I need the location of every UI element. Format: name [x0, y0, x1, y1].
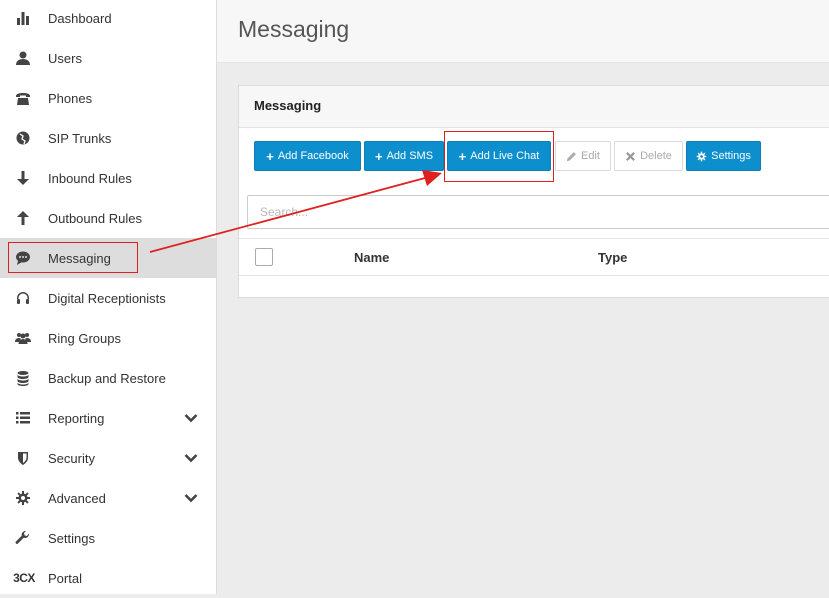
search-input[interactable] [247, 195, 829, 229]
column-header-name[interactable]: Name [354, 250, 389, 265]
arrow-up-icon [14, 209, 32, 227]
delete-button[interactable]: Delete [614, 141, 683, 171]
sidebar-item-dashboard[interactable]: Dashboard [0, 0, 216, 38]
sidebar-item-phones[interactable]: Phones [0, 78, 216, 118]
sidebar-item-label: SIP Trunks [48, 130, 112, 146]
column-header-type[interactable]: Type [598, 250, 627, 265]
sidebar-item-portal[interactable]: 3CX Portal [0, 558, 216, 598]
messaging-panel: Messaging + Add Facebook + Add SMS + Add… [238, 85, 829, 298]
list-icon [14, 409, 32, 427]
sidebar-item-label: Settings [48, 530, 95, 546]
sidebar-item-advanced[interactable]: Advanced [0, 478, 216, 518]
edit-label: Edit [581, 150, 600, 162]
delete-label: Delete [640, 150, 672, 162]
phone-icon [14, 89, 32, 107]
sidebar-item-label: Dashboard [48, 10, 112, 26]
sidebar-item-sip-trunks[interactable]: SIP Trunks [0, 118, 216, 158]
sidebar-item-settings[interactable]: Settings [0, 518, 216, 558]
page-title: Messaging [238, 16, 350, 42]
settings-label: Settings [711, 150, 751, 162]
arrow-down-icon [14, 169, 32, 187]
select-all-checkbox[interactable] [255, 248, 273, 266]
sidebar-item-label: Backup and Restore [48, 370, 166, 386]
sidebar-item-label: Portal [48, 570, 82, 586]
sidebar-item-label: Ring Groups [48, 330, 121, 346]
plus-icon: + [374, 148, 383, 164]
sidebar-item-label: Inbound Rules [48, 170, 132, 186]
chevron-down-icon[interactable] [184, 491, 198, 505]
group-icon [14, 329, 32, 347]
sidebar-item-users[interactable]: Users [0, 38, 216, 78]
sidebar-item-ring-groups[interactable]: Ring Groups [0, 318, 216, 358]
plus-icon: + [266, 148, 274, 164]
add-sms-label: Add SMS [386, 150, 434, 162]
sidebar-item-label: Users [48, 50, 82, 66]
shield-icon [14, 449, 32, 467]
chevron-down-icon[interactable] [184, 411, 198, 425]
sidebar-item-label: Security [48, 450, 95, 466]
globe-icon [14, 129, 32, 147]
close-icon [626, 151, 636, 161]
panel-header: Messaging [239, 86, 829, 128]
messaging-highlight-box [8, 242, 138, 273]
3cx-logo: 3CX [13, 571, 35, 585]
add-sms-button[interactable]: + Add SMS [364, 141, 444, 171]
add-facebook-button[interactable]: + Add Facebook [254, 141, 361, 171]
sidebar: Dashboard Users Phones SIP Trunks Inboun… [0, 0, 217, 594]
sidebar-item-digital-receptionists[interactable]: Digital Receptionists [0, 278, 216, 318]
sidebar-item-label: Outbound Rules [48, 210, 142, 226]
chevron-down-icon[interactable] [184, 451, 198, 465]
sidebar-item-outbound-rules[interactable]: Outbound Rules [0, 198, 216, 238]
sidebar-item-label: Phones [48, 90, 93, 106]
sidebar-item-security[interactable]: Security [0, 438, 216, 478]
sidebar-item-label: Reporting [48, 410, 105, 426]
sidebar-item-reporting[interactable]: Reporting [0, 398, 216, 438]
wrench-icon [14, 529, 32, 547]
edit-button[interactable]: Edit [555, 141, 611, 171]
table-header: Name Type [239, 238, 829, 276]
pencil-icon [566, 151, 576, 161]
sidebar-item-backup-and-restore[interactable]: Backup and Restore [0, 358, 216, 398]
sidebar-item-inbound-rules[interactable]: Inbound Rules [0, 158, 216, 198]
bar-chart-icon [14, 9, 32, 27]
user-icon [14, 49, 32, 67]
add-facebook-label: Add Facebook [277, 150, 349, 162]
page-header: Messaging [217, 0, 829, 63]
headset-icon [14, 289, 32, 307]
sidebar-item-label: Advanced [48, 490, 106, 506]
gear-icon [696, 151, 707, 161]
add-live-chat-highlight-box [444, 131, 554, 182]
sidebar-item-label: Digital Receptionists [48, 290, 166, 306]
panel-title: Messaging [254, 98, 322, 113]
settings-button[interactable]: Settings [686, 141, 761, 171]
gear-icon [14, 489, 32, 507]
database-icon [14, 369, 32, 387]
